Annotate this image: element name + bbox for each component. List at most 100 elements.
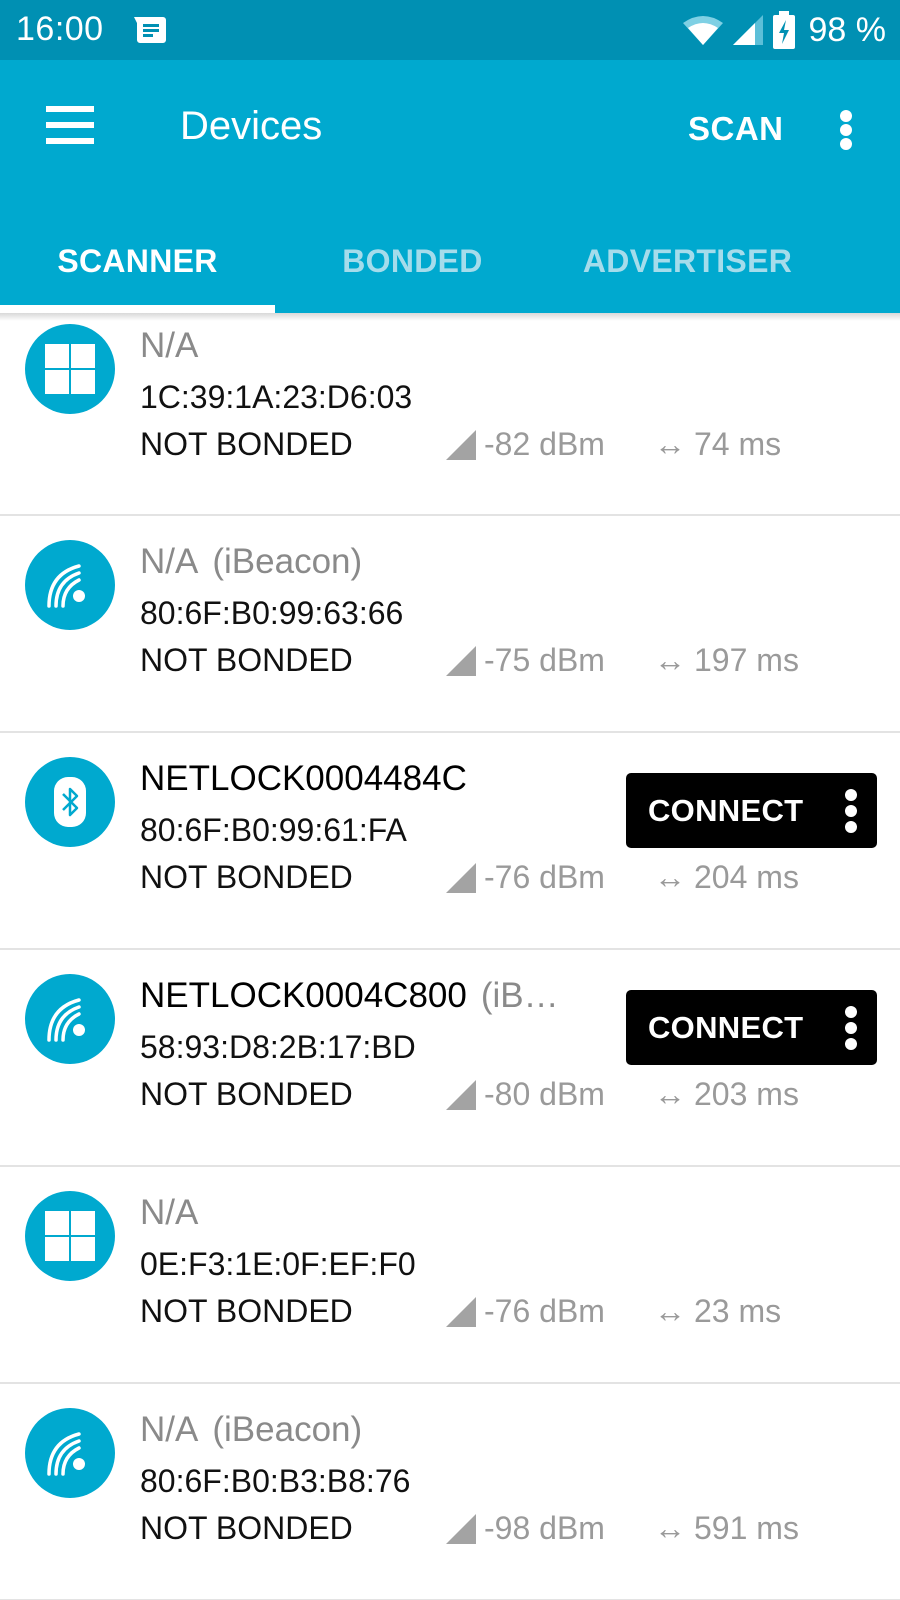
device-name: N/A (140, 1410, 199, 1449)
advertising-interval: ↔ 203 ms (654, 1076, 799, 1113)
rssi-value: -76 dBm (484, 1293, 605, 1329)
rssi-value: -82 dBm (484, 426, 605, 462)
bluetooth-icon (25, 757, 115, 847)
rssi: -76 dBm (446, 1293, 605, 1330)
tab-scanner[interactable]: SCANNER (0, 220, 275, 313)
device-list[interactable]: N/A 1C:39:1A:23:D6:03 NOT BONDED -82 dBm ↔ 74… (0, 313, 900, 1600)
device-address: 58:93:D8:2B:17:BD (140, 1029, 416, 1065)
app-bar: Devices SCAN SCANNER BONDED ADVERTISER (0, 60, 900, 313)
tab-indicator (0, 305, 275, 313)
device-address: 80:6F:B0:99:63:66 (140, 595, 404, 631)
signal-strength-icon (446, 1296, 476, 1327)
device-name: NETLOCK0004C800 (140, 976, 467, 1015)
beacon-icon (25, 974, 115, 1064)
device-name: N/A (140, 1193, 199, 1232)
interval-arrows-icon: ↔ (654, 859, 686, 895)
status-time: 16:00 (16, 10, 104, 48)
more-vert-icon[interactable] (826, 106, 866, 152)
device-row[interactable]: N/A 1C:39:1A:23:D6:03 NOT BONDED -82 dBm ↔ 74… (0, 313, 900, 516)
tab-label: BONDED (342, 243, 483, 279)
signal-strength-icon (446, 429, 476, 460)
advertising-interval: ↔ 591 ms (654, 1510, 799, 1547)
more-vert-icon[interactable] (843, 789, 859, 833)
app-bar-shadow (0, 313, 900, 321)
grid-icon (25, 1191, 115, 1281)
rssi-value: -75 dBm (484, 642, 605, 678)
interval-value: 591 ms (694, 1510, 799, 1546)
connect-label: CONNECT (648, 1009, 804, 1045)
device-address: 0E:F3:1E:0F:EF:F0 (140, 1246, 416, 1282)
device-row[interactable]: NETLOCK0004C800 (iB… 58:93:D8:2B:17:BD NOT … (0, 950, 900, 1167)
device-name-line: N/A (140, 1193, 198, 1233)
rssi: -98 dBm (446, 1510, 605, 1547)
battery-percent: 98 % (808, 10, 887, 49)
interval-value: 197 ms (694, 642, 799, 678)
interval-value: 74 ms (694, 426, 782, 462)
connect-button[interactable]: CONNECT (626, 990, 877, 1065)
bond-state: NOT BONDED (140, 642, 353, 678)
bond-state: NOT BONDED (140, 1293, 353, 1329)
device-name: N/A (140, 326, 199, 365)
signal-strength-icon (446, 1079, 476, 1110)
tab-label: ADVERTISER (582, 243, 793, 279)
interval-arrows-icon: ↔ (654, 1510, 686, 1546)
hamburger-menu-icon[interactable] (40, 106, 100, 150)
more-vert-icon[interactable] (843, 1006, 859, 1050)
rssi: -76 dBm (446, 859, 605, 896)
bond-state: NOT BONDED (140, 859, 353, 895)
advertising-interval: ↔ 23 ms (654, 1293, 781, 1330)
device-name: NETLOCK0004484C (140, 759, 467, 798)
rssi: -82 dBm (446, 426, 605, 463)
device-type: (iBeacon) (212, 542, 363, 581)
rssi: -80 dBm (446, 1076, 605, 1113)
tab-bonded[interactable]: BONDED (275, 220, 550, 313)
interval-arrows-icon: ↔ (654, 642, 686, 678)
interval-arrows-icon: ↔ (654, 1293, 686, 1329)
rssi: -75 dBm (446, 642, 605, 679)
device-row[interactable]: N/A (iBeacon) 80:6F:B0:99:63:66 NOT BONDED -… (0, 516, 900, 733)
tab-advertiser[interactable]: ADVERTISER (550, 220, 825, 313)
device-row[interactable]: N/A (iBeacon) 80:6F:B0:B3:B8:76 NOT BONDED -… (0, 1384, 900, 1600)
signal-strength-icon (446, 862, 476, 893)
interval-value: 203 ms (694, 1076, 799, 1112)
status-bar: 16:00 98 % (0, 0, 900, 60)
device-address: 1C:39:1A:23:D6:03 (140, 379, 413, 415)
device-name-line: NETLOCK0004484C (140, 759, 467, 799)
bond-state: NOT BONDED (140, 426, 353, 462)
device-address: 80:6F:B0:99:61:FA (140, 812, 407, 848)
device-row[interactable]: NETLOCK0004484C 80:6F:B0:99:61:FA NOT BOND… (0, 733, 900, 950)
rssi-value: -76 dBm (484, 859, 605, 895)
interval-arrows-icon: ↔ (654, 426, 686, 462)
device-type: (iBeacon) (212, 1410, 363, 1449)
grid-icon (25, 324, 115, 414)
cell-signal-icon (732, 15, 763, 45)
beacon-icon (25, 1408, 115, 1498)
tab-bar: SCANNER BONDED ADVERTISER (0, 220, 900, 313)
bond-state: NOT BONDED (140, 1510, 353, 1546)
device-name-line: N/A (140, 326, 198, 366)
advertising-interval: ↔ 204 ms (654, 859, 799, 896)
device-name: N/A (140, 542, 199, 581)
interval-value: 204 ms (694, 859, 799, 895)
connect-button[interactable]: CONNECT (626, 773, 877, 848)
scan-button[interactable]: SCAN (688, 110, 784, 148)
signal-strength-icon (446, 645, 476, 676)
device-row[interactable]: N/A 0E:F3:1E:0F:EF:F0 NOT BONDED -76 dBm ↔ 23… (0, 1167, 900, 1384)
rssi-value: -98 dBm (484, 1510, 605, 1546)
rssi-value: -80 dBm (484, 1076, 605, 1112)
advertising-interval: ↔ 197 ms (654, 642, 799, 679)
device-name-line: NETLOCK0004C800 (iB… (140, 976, 559, 1016)
message-icon (134, 17, 166, 43)
wifi-icon (682, 16, 723, 45)
device-name-line: N/A (iBeacon) (140, 1410, 362, 1450)
device-name-line: N/A (iBeacon) (140, 542, 362, 582)
device-address: 80:6F:B0:B3:B8:76 (140, 1463, 411, 1499)
status-icons: 98 % (682, 10, 887, 50)
tab-label: SCANNER (57, 243, 218, 279)
page-title: Devices (180, 104, 323, 148)
advertising-interval: ↔ 74 ms (654, 426, 781, 463)
interval-value: 23 ms (694, 1293, 782, 1329)
bond-state: NOT BONDED (140, 1076, 353, 1112)
battery-charging-icon (772, 11, 795, 49)
connect-label: CONNECT (648, 792, 804, 828)
